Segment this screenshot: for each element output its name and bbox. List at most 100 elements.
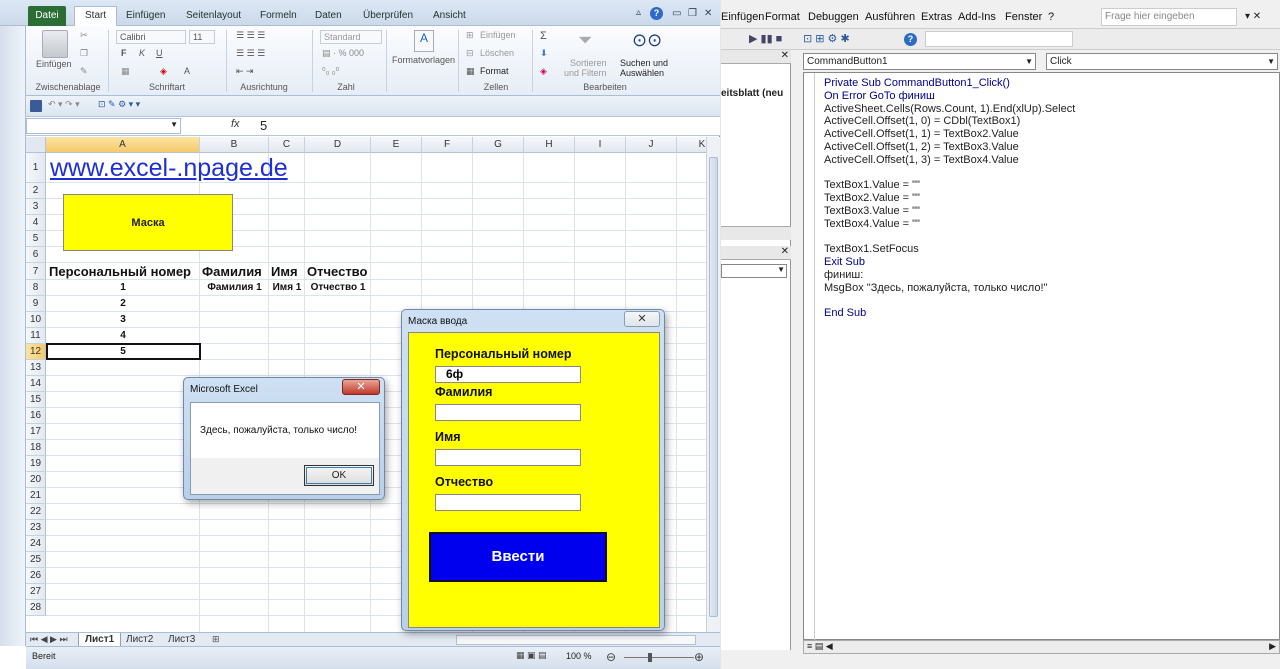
object-combo[interactable]: CommandButton1 ▼ (803, 53, 1036, 70)
row-header-3[interactable]: 3 (26, 199, 46, 215)
tab-review[interactable]: Überprüfen (359, 8, 417, 26)
vba-menu-help[interactable]: ? (1048, 11, 1054, 23)
vba-menu-run[interactable]: Ausführen (865, 11, 915, 23)
row-header-14[interactable]: 14 (26, 376, 46, 392)
font-name-select[interactable]: Calibri (116, 30, 186, 44)
indent-icon[interactable]: ⇤ ⇥ (236, 66, 254, 77)
row-header-1[interactable]: 1 (26, 153, 46, 183)
autosum-icon[interactable]: Σ (540, 30, 547, 42)
zoom-slider[interactable] (624, 657, 694, 658)
row-header-21[interactable]: 21 (26, 488, 46, 504)
row-header-6[interactable]: 6 (26, 247, 46, 263)
project-hscroll[interactable] (721, 226, 791, 240)
textbox-patronymic[interactable] (435, 494, 581, 511)
row-header-8[interactable]: 8 (26, 280, 46, 296)
restore-icon[interactable]: ❐ (688, 8, 697, 19)
row-header-24[interactable]: 24 (26, 536, 46, 552)
row-header-4[interactable]: 4 (26, 215, 46, 231)
tab-start[interactable]: Start (74, 6, 118, 27)
code-line[interactable]: TextBox2.Value = "" (824, 192, 1075, 205)
sheet-tab-2[interactable]: Лист2 (120, 633, 159, 647)
underline-button[interactable]: U (156, 48, 163, 58)
vba-menu-window[interactable]: Fenster (1005, 11, 1042, 23)
fill-icon[interactable]: ⬇ (540, 48, 548, 59)
fill-color-icon[interactable]: ◈ (160, 66, 167, 77)
vba-menu-addins[interactable]: Add-Ins (958, 11, 996, 23)
sheet-tab-3[interactable]: Лист3 (162, 633, 201, 647)
row-header-13[interactable]: 13 (26, 360, 46, 376)
row-header-19[interactable]: 19 (26, 456, 46, 472)
sheet-nav-icon[interactable]: ⏮ ◀ ▶ ⏭ (30, 634, 68, 645)
align-left-icon[interactable]: ☰ ☰ ☰ (236, 48, 265, 59)
run-controls-icon[interactable]: ▶ ▮▮ ■ (749, 32, 782, 45)
row-header-27[interactable]: 27 (26, 584, 46, 600)
vba-window-controls[interactable]: ▾ ✕ (1245, 11, 1261, 22)
align-top-icon[interactable]: ☰ ☰ ☰ (236, 30, 265, 41)
zoom-level[interactable]: 100 % (566, 651, 592, 661)
font-color-icon[interactable]: A (184, 66, 190, 76)
row-header-17[interactable]: 17 (26, 424, 46, 440)
scroll-thumb[interactable] (709, 157, 718, 617)
tab-formulas[interactable]: Formeln (256, 8, 301, 26)
properties-object-select[interactable]: ▼ (721, 264, 787, 278)
column-header-I[interactable]: I (575, 137, 626, 153)
row-header-12[interactable]: 12 (26, 344, 46, 360)
format-painter-icon[interactable]: ✎ (80, 66, 88, 77)
row-header-15[interactable]: 15 (26, 392, 46, 408)
delete-cells-icon[interactable]: ⊟ (466, 48, 474, 59)
code-line[interactable] (824, 295, 1075, 308)
help-search-input[interactable]: Frage hier eingeben (1101, 8, 1237, 26)
percent-icon[interactable]: ▤ · % 000 (322, 48, 364, 59)
code-line[interactable]: TextBox4.Value = "" (824, 218, 1075, 231)
cut-icon[interactable]: ✂ (80, 30, 88, 41)
mask-button[interactable]: Маска (63, 194, 233, 251)
vba-help-icon[interactable]: ? (904, 33, 917, 46)
undo-icon[interactable]: ↶ ▾ ↷ ▾ (48, 99, 80, 110)
row-header-25[interactable]: 25 (26, 552, 46, 568)
row-header-7[interactable]: 7 (26, 263, 46, 280)
row-header-16[interactable]: 16 (26, 408, 46, 424)
help-icon[interactable]: ? (650, 7, 663, 20)
row-header-5[interactable]: 5 (26, 231, 46, 247)
horizontal-scrollbar[interactable] (456, 635, 696, 645)
code-line[interactable]: ActiveCell.Offset(1, 0) = CDbl(TextBox1) (824, 115, 1075, 128)
column-header-K[interactable]: K (677, 137, 706, 153)
column-header-D[interactable]: D (305, 137, 371, 153)
insert-cells-icon[interactable]: ⊞ (466, 30, 474, 41)
row-header-23[interactable]: 23 (26, 520, 46, 536)
minimize-icon[interactable]: ▭ (672, 8, 681, 19)
delete-cells-button[interactable]: Löschen (480, 48, 514, 58)
bold-button[interactable]: F (121, 48, 127, 58)
select-all-corner[interactable] (26, 137, 46, 153)
insert-function-button[interactable]: fx (231, 118, 240, 130)
column-header-F[interactable]: F (422, 137, 473, 153)
cell-a8[interactable]: 1 (46, 280, 200, 296)
properties-close-icon[interactable]: ✕ (781, 246, 789, 257)
row-header-22[interactable]: 22 (26, 504, 46, 520)
format-cells-button[interactable]: Format (480, 66, 509, 76)
row-header-20[interactable]: 20 (26, 472, 46, 488)
code-line[interactable]: TextBox1.Value = "" (824, 179, 1075, 192)
find-select-label-1[interactable]: Suchen und (620, 58, 668, 68)
row-header-10[interactable]: 10 (26, 312, 46, 328)
code-line[interactable]: On Error GoTo финиш (824, 90, 1075, 103)
code-line[interactable]: TextBox1.SetFocus (824, 243, 1075, 256)
vba-menu-format[interactable]: Format (765, 11, 800, 23)
sheet-tab-1[interactable]: Лист1 (78, 633, 122, 647)
code-line[interactable]: TextBox3.Value = "" (824, 205, 1075, 218)
tab-insert[interactable]: Einfügen (122, 8, 169, 26)
code-pane[interactable]: Private Sub CommandButton1_Click() On Err… (803, 72, 1280, 641)
format-templates-button[interactable]: Formatvorlagen (392, 55, 455, 65)
vertical-scrollbar[interactable] (706, 137, 720, 633)
vba-menu-tools[interactable]: Extras (921, 11, 952, 23)
cell-d7-header[interactable]: Отчество (305, 263, 367, 280)
project-item-fragment[interactable]: eitsblatt (neu (721, 88, 783, 99)
italic-button[interactable]: K (139, 48, 145, 58)
zoom-out-icon[interactable]: ⊖ (606, 650, 616, 664)
column-header-G[interactable]: G (473, 137, 524, 153)
row-header-2[interactable]: 2 (26, 183, 46, 199)
cell-a12[interactable]: 5 (46, 344, 200, 360)
paste-icon[interactable] (42, 30, 68, 58)
vba-menu-debug[interactable]: Debuggen (808, 11, 859, 23)
cell-d8[interactable]: Отчество 1 (305, 280, 371, 296)
